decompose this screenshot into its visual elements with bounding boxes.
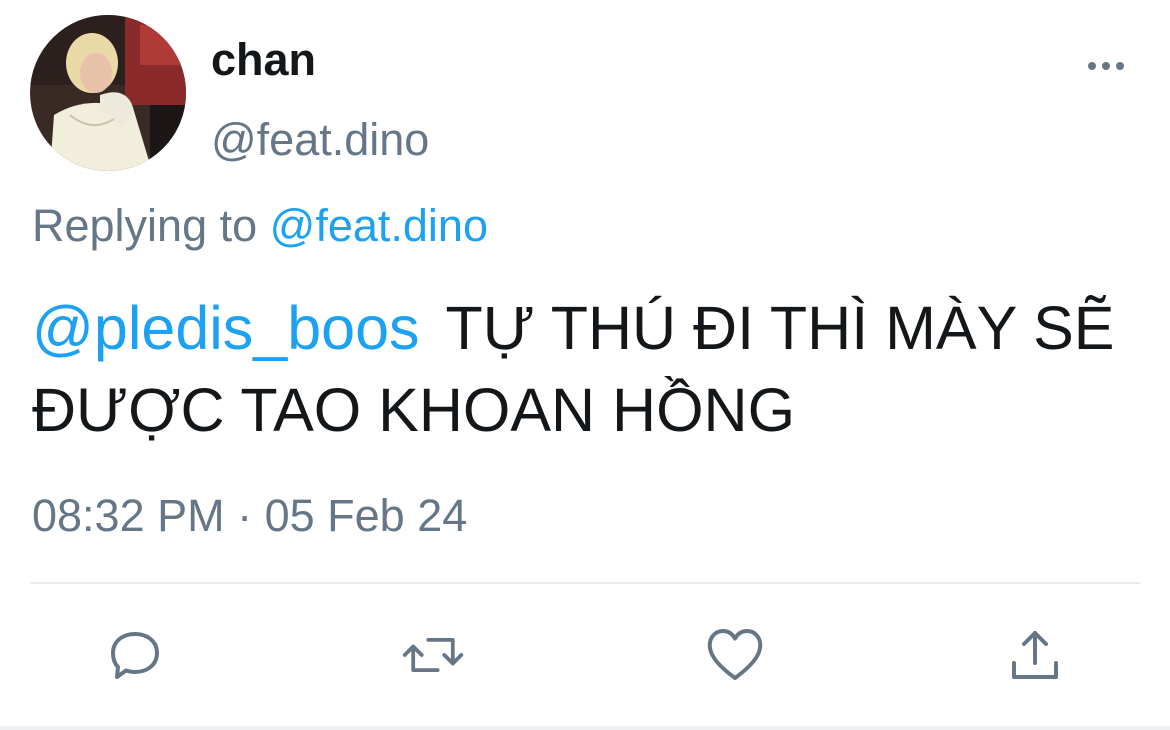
retweet-button[interactable] <box>400 622 466 688</box>
retweet-icon <box>402 638 464 672</box>
replying-to-line: Replying to @feat.dino <box>32 199 488 253</box>
mention-link[interactable]: @pledis_boos <box>32 294 420 362</box>
tweet-timestamp[interactable]: 08:32 PM · 05 Feb 24 <box>32 489 467 543</box>
more-dots-icon <box>1088 62 1124 70</box>
avatar-photo <box>30 15 186 171</box>
avatar[interactable] <box>30 15 186 171</box>
share-icon <box>1012 631 1058 679</box>
share-button[interactable] <box>1002 622 1068 688</box>
divider <box>30 582 1140 584</box>
reply-target-link[interactable]: @feat.dino <box>270 200 488 251</box>
replying-to-label: Replying to <box>32 200 258 251</box>
more-options-button[interactable] <box>1082 50 1130 82</box>
user-handle[interactable]: @feat.dino <box>211 114 429 166</box>
tweet-text: @pledis_boos TỰ THÚ ĐI THÌ MÀY SẼ ĐƯỢC TA… <box>32 287 1152 451</box>
speech-bubble-icon <box>111 632 159 679</box>
display-name[interactable]: chan <box>211 34 316 86</box>
heart-icon <box>707 629 763 680</box>
like-button[interactable] <box>702 622 768 688</box>
reply-button[interactable] <box>102 622 168 688</box>
bottom-divider <box>0 726 1170 730</box>
